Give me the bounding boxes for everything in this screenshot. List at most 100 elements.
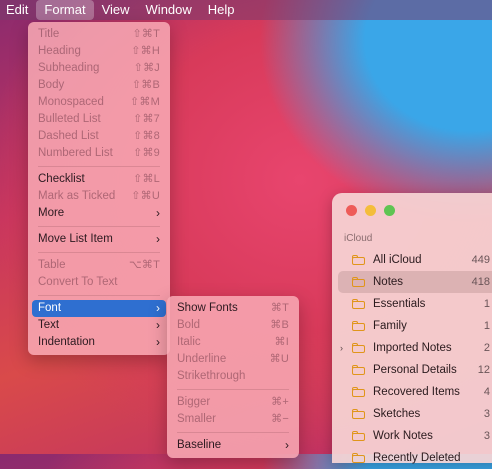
menu-item-bold[interactable]: Bold ⌘B bbox=[167, 317, 299, 334]
menu-edit[interactable]: Edit bbox=[0, 0, 36, 20]
section-header-icloud: iCloud bbox=[344, 233, 373, 244]
menu-item-label: Show Fonts bbox=[177, 302, 238, 314]
menu-item-font[interactable]: Font › bbox=[32, 300, 166, 317]
folder-name: Notes bbox=[373, 276, 404, 288]
shortcut-label: ⇧⌘B bbox=[131, 79, 160, 91]
chevron-right-icon: › bbox=[156, 301, 160, 315]
zoom-button[interactable] bbox=[384, 205, 395, 216]
shortcut-label: ⌘+ bbox=[271, 396, 289, 408]
chevron-right-icon: › bbox=[156, 335, 160, 349]
menu-format[interactable]: Format bbox=[36, 0, 94, 20]
menu-item-underline[interactable]: Underline ⌘U bbox=[167, 351, 299, 368]
menu-item-bulleted-list[interactable]: Bulleted List ⇧⌘7 bbox=[28, 111, 170, 128]
menu-separator bbox=[38, 252, 160, 253]
menu-item-label: Dashed List bbox=[38, 130, 99, 142]
folder-item-notes[interactable]: Notes 418 bbox=[338, 271, 492, 293]
menu-item-label: Font bbox=[38, 302, 62, 314]
folder-name: Recovered Items bbox=[373, 386, 460, 398]
menu-item-label: Smaller bbox=[177, 413, 216, 425]
menu-item-label: Subheading bbox=[38, 62, 100, 74]
menu-item-heading[interactable]: Heading ⇧⌘H bbox=[28, 43, 170, 60]
folder-item-essentials[interactable]: Essentials 1 bbox=[338, 293, 492, 315]
folder-count: 4 bbox=[483, 386, 490, 398]
menu-item-move-list-item[interactable]: Move List Item › bbox=[28, 231, 170, 248]
folder-icon bbox=[352, 343, 365, 353]
close-button[interactable] bbox=[346, 205, 357, 216]
folder-name: Imported Notes bbox=[373, 342, 452, 354]
folder-count: 1 bbox=[483, 320, 490, 332]
folder-icon bbox=[352, 255, 365, 265]
folder-item-recently-deleted[interactable]: Recently Deleted bbox=[338, 447, 492, 469]
menu-item-monospaced[interactable]: Monospaced ⇧⌘M bbox=[28, 94, 170, 111]
menu-item-mark-as-ticked[interactable]: Mark as Ticked ⇧⌘U bbox=[28, 188, 170, 205]
menu-item-label: Numbered List bbox=[38, 147, 113, 159]
folder-item-personal-details[interactable]: Personal Details 12 bbox=[338, 359, 492, 381]
menu-item-checklist[interactable]: Checklist ⇧⌘L bbox=[28, 171, 170, 188]
menu-separator bbox=[38, 295, 160, 296]
chevron-right-icon: › bbox=[156, 206, 160, 220]
menu-item-body[interactable]: Body ⇧⌘B bbox=[28, 77, 170, 94]
menu-item-smaller[interactable]: Smaller ⌘− bbox=[167, 411, 299, 428]
folder-name: Essentials bbox=[373, 298, 426, 310]
folder-name: Personal Details bbox=[373, 364, 457, 376]
menu-item-label: Italic bbox=[177, 336, 201, 348]
menu-item-indentation[interactable]: Indentation › bbox=[28, 334, 170, 351]
folder-item-family[interactable]: Family 1 bbox=[338, 315, 492, 337]
menu-item-more[interactable]: More › bbox=[28, 205, 170, 222]
menu-item-numbered-list[interactable]: Numbered List ⇧⌘9 bbox=[28, 145, 170, 162]
menu-item-label: Table bbox=[38, 259, 66, 271]
menu-item-subheading[interactable]: Subheading ⇧⌘J bbox=[28, 60, 170, 77]
menu-item-label: Strikethrough bbox=[177, 370, 246, 382]
menu-item-baseline[interactable]: Baseline › bbox=[167, 437, 299, 454]
menu-view[interactable]: View bbox=[94, 0, 138, 20]
folder-item-work-notes[interactable]: Work Notes 3 bbox=[338, 425, 492, 447]
menu-item-show-fonts[interactable]: Show Fonts ⌘T bbox=[167, 300, 299, 317]
minimize-button[interactable] bbox=[365, 205, 376, 216]
menu-item-label: More bbox=[38, 207, 65, 219]
menu-item-text[interactable]: Text › bbox=[28, 317, 170, 334]
shortcut-label: ⇧⌘9 bbox=[133, 147, 160, 159]
menu-item-label: Bigger bbox=[177, 396, 211, 408]
format-menu: Title ⇧⌘T Heading ⇧⌘H Subheading ⇧⌘J Body ⇧⌘… bbox=[28, 22, 170, 355]
shortcut-label: ⌘− bbox=[271, 413, 289, 425]
menu-item-title[interactable]: Title ⇧⌘T bbox=[28, 26, 170, 43]
menu-help[interactable]: Help bbox=[200, 0, 243, 20]
folder-count: 449 bbox=[471, 254, 490, 266]
shortcut-label: ⌘T bbox=[270, 302, 289, 314]
shortcut-label: ⇧⌘H bbox=[131, 45, 160, 57]
menu-separator bbox=[177, 389, 289, 390]
folder-name: All iCloud bbox=[373, 254, 422, 266]
folder-icon bbox=[352, 431, 365, 441]
folder-icon bbox=[352, 277, 365, 287]
folder-item-sketches[interactable]: Sketches 3 bbox=[338, 403, 492, 425]
folder-icon bbox=[352, 365, 365, 375]
menu-item-italic[interactable]: Italic ⌘I bbox=[167, 334, 299, 351]
menu-item-label: Title bbox=[38, 28, 60, 40]
menu-item-label: Bold bbox=[177, 319, 201, 331]
folder-item-imported-notes[interactable]: › Imported Notes 2 bbox=[338, 337, 492, 359]
menu-separator bbox=[177, 432, 289, 433]
menu-item-label: Underline bbox=[177, 353, 227, 365]
folder-list: All iCloud 449 Notes 418 Essentials 1 Famil… bbox=[338, 249, 492, 469]
menu-item-label: Text bbox=[38, 319, 60, 331]
chevron-right-icon: › bbox=[156, 318, 160, 332]
folder-item-all-icloud[interactable]: All iCloud 449 bbox=[338, 249, 492, 271]
folder-name: Sketches bbox=[373, 408, 421, 420]
disclosure-chevron-icon[interactable]: › bbox=[340, 343, 343, 353]
menu-item-bigger[interactable]: Bigger ⌘+ bbox=[167, 394, 299, 411]
menu-item-table[interactable]: Table ⌥⌘T bbox=[28, 257, 170, 274]
shortcut-label: ⌘I bbox=[274, 336, 289, 348]
folder-icon bbox=[352, 299, 365, 309]
menu-separator bbox=[38, 166, 160, 167]
font-submenu: Show Fonts ⌘T Bold ⌘B Italic ⌘I Underline ⌘U… bbox=[167, 296, 299, 458]
menu-item-strikethrough[interactable]: Strikethrough bbox=[167, 368, 299, 385]
folder-count: 2 bbox=[483, 342, 490, 354]
menu-item-convert-to-text[interactable]: Convert To Text bbox=[28, 274, 170, 291]
shortcut-label: ⇧⌘U bbox=[131, 190, 160, 202]
menu-item-dashed-list[interactable]: Dashed List ⇧⌘8 bbox=[28, 128, 170, 145]
menu-item-label: Baseline bbox=[177, 439, 222, 451]
folder-item-recovered-items[interactable]: Recovered Items 4 bbox=[338, 381, 492, 403]
menu-window[interactable]: Window bbox=[138, 0, 200, 20]
folder-count: 418 bbox=[471, 276, 490, 288]
folder-count: 3 bbox=[483, 430, 490, 442]
